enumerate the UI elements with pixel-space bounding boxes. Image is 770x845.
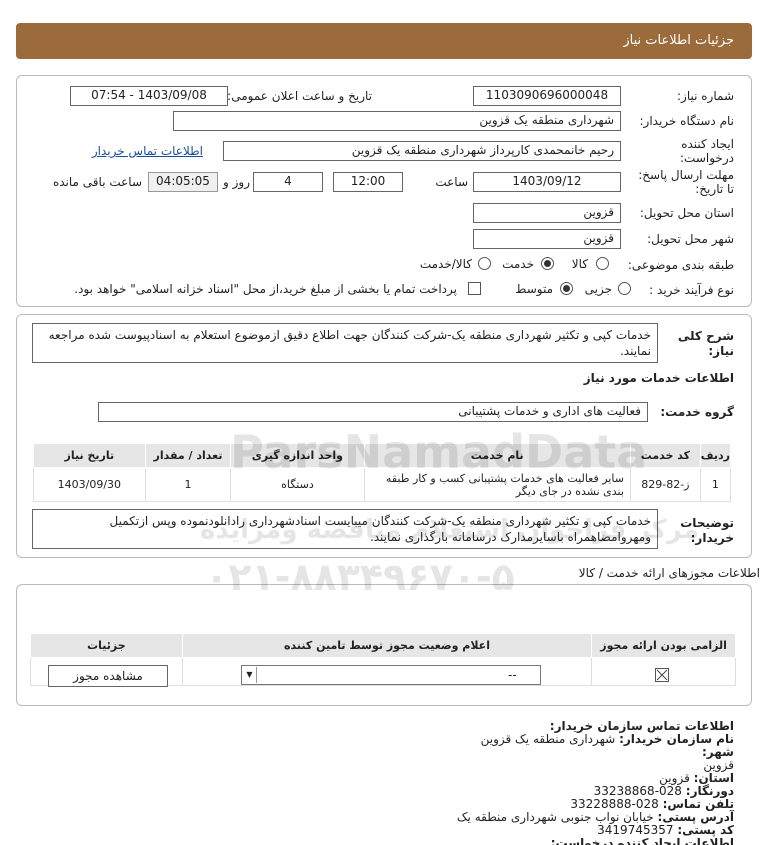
permits-section-title: اطلاعات مجوزهای ارائه خدمت / کالا — [578, 566, 760, 580]
category-option-service: خدمت — [502, 257, 534, 271]
summary-text: خدمات کپی و تکثیر شهرداری منطقه یک-شرکت … — [32, 323, 658, 363]
contact-creator-title: اطلاعات ایجاد کننده درخواست: — [550, 836, 734, 845]
days-field: 4 — [253, 172, 323, 192]
buyer-contact-link[interactable]: اطلاعات تماس خریدار — [92, 144, 203, 158]
announce-label: تاریخ و ساعت اعلان عمومی: — [227, 89, 372, 103]
contact-city: شهر: — [702, 745, 734, 759]
services-table: ردیف کد خدمت نام خدمت واحد اندازه گیری ت… — [33, 443, 732, 502]
row-quantity: 1 — [144, 467, 232, 502]
need-number-field: 1103090696000048 — [473, 86, 621, 106]
remaining-time-field: 04:05:05 — [148, 172, 218, 192]
buyer-notes-text: خدمات کپی و تکثیر شهرداری منطقه یک-شرکت … — [32, 509, 658, 549]
category-radio-service[interactable] — [541, 257, 554, 270]
contact-city-value: قزوین — [703, 758, 734, 772]
days-label: روز و — [223, 175, 250, 189]
buyer-org-field: شهرداری منطقه یک قزوین — [173, 111, 621, 131]
need-number-label: شماره نیاز: — [677, 89, 734, 103]
creator-label-1: ایجاد کننده — [681, 137, 734, 151]
city-label: شهر محل تحویل: — [647, 232, 734, 246]
remaining-label: ساعت باقی مانده — [52, 175, 142, 189]
col-unit: واحد اندازه گیری — [230, 443, 365, 468]
process-radio-medium[interactable] — [560, 282, 573, 295]
table-row: 1 ز-82-829 سایر فعالیت های خدمات پشتیبان… — [33, 467, 732, 502]
summary-label-2: نیاز: — [708, 344, 734, 358]
col-permit-required: الزامی بودن ارائه مجوز — [591, 633, 736, 658]
buyer-notes-label-1: توضیحات — [680, 516, 734, 530]
col-quantity: تعداد / مقدار — [144, 443, 232, 468]
process-option-minor: جزیی — [584, 282, 612, 296]
category-radio-goods-service[interactable] — [478, 257, 491, 270]
province-field: قزوین — [473, 203, 621, 223]
summary-label-1: شرح کلی — [677, 329, 734, 343]
buyer-contact-section: اطلاعات تماس سازمان خریدار: نام سازمان خ… — [34, 720, 734, 845]
contact-org: نام سازمان خریدار: شهرداری منطقه یک قزوی… — [480, 732, 734, 746]
category-option-goods-service: کالا/خدمت — [419, 257, 472, 271]
permit-status-select-value: -- — [508, 668, 517, 682]
page-title: جزئیات اطلاعات نیاز — [623, 33, 734, 48]
col-permit-status: اعلام وضعیت مجوز توسط تامین کننده — [181, 633, 593, 658]
deadline-time-label: ساعت — [435, 175, 468, 189]
row-need-date: 1403/09/30 — [33, 467, 146, 502]
chevron-down-icon: ▼ — [243, 667, 257, 683]
process-radio-minor[interactable] — [618, 282, 631, 295]
province-label: استان محل تحویل: — [639, 206, 734, 220]
city-field: قزوین — [473, 229, 621, 249]
permits-table-header: الزامی بودن ارائه مجوز اعلام وضعیت مجوز … — [30, 633, 736, 658]
treasury-payment-checkbox[interactable] — [468, 282, 481, 295]
col-service-code: کد خدمت — [629, 443, 701, 468]
buyer-org-label: نام دستگاه خریدار: — [639, 114, 735, 128]
col-need-date: تاریخ نیاز — [33, 443, 146, 468]
page-header: جزئیات اطلاعات نیاز — [16, 23, 752, 59]
permit-required-checkbox[interactable] — [655, 668, 669, 682]
service-group-field: فعالیت های اداری و خدمات پشتیبانی — [98, 402, 648, 422]
permit-status-select[interactable]: -- ▼ — [241, 665, 541, 685]
category-label: طبقه بندی موضوعی: — [627, 258, 734, 272]
cross-icon — [656, 669, 668, 681]
row-service-code: ز-82-829 — [629, 467, 701, 502]
row-unit: دستگاه — [230, 467, 365, 502]
treasury-payment-note: پرداخت تمام یا بخشی از مبلغ خرید،از محل … — [74, 282, 457, 296]
category-radio-goods[interactable] — [596, 257, 609, 270]
deadline-label-1: مهلت ارسال پاسخ: — [638, 168, 734, 182]
deadline-date-field: 1403/09/12 — [473, 172, 621, 192]
services-table-header: ردیف کد خدمت نام خدمت واحد اندازه گیری ت… — [33, 443, 732, 468]
buyer-notes-label-2: خریدار: — [690, 531, 734, 545]
deadline-time-field: 12:00 — [333, 172, 403, 192]
services-section-title: اطلاعات خدمات مورد نیاز — [583, 371, 734, 385]
col-row-number: ردیف — [699, 443, 732, 468]
announce-field: 1403/09/08 - 07:54 — [70, 86, 228, 106]
process-option-medium: متوسط — [515, 282, 553, 296]
col-service-name: نام خدمت — [363, 443, 631, 468]
view-permit-button[interactable]: مشاهده مجوز — [48, 665, 168, 687]
row-number: 1 — [699, 467, 732, 502]
col-permit-details: جزئیات — [30, 633, 183, 658]
process-label: نوع فرآیند خرید : — [649, 283, 734, 297]
deadline-label-2: تا تاریخ: — [695, 182, 734, 196]
category-option-goods: کالا — [571, 257, 588, 271]
service-group-label: گروه خدمت: — [660, 405, 734, 419]
creator-field: رحیم خانمحمدی کارپرداز شهرداری منطقه یک … — [223, 141, 621, 161]
row-service-name: سایر فعالیت های خدمات پشتیبانی کسب و کار… — [363, 467, 631, 502]
creator-label-2: درخواست: — [680, 151, 734, 165]
